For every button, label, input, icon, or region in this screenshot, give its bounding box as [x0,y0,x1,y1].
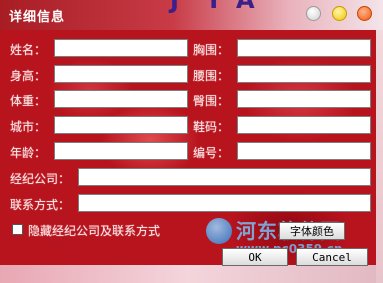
title-bar-decoration: J [170,0,179,14]
shoe-size-label: 鞋码： [193,120,230,134]
minimize-icon[interactable] [332,6,347,21]
age-label: 年龄： [10,146,47,160]
close-icon[interactable] [357,6,372,21]
agency-field[interactable] [78,168,371,186]
bottom-bar [0,265,376,283]
title-bar-decoration: Y [205,0,223,14]
restore-icon[interactable] [306,6,321,21]
height-label: 身高： [10,69,47,83]
hips-label: 臀围： [193,94,230,108]
shoe-size-field[interactable] [237,116,371,134]
city-label: 城市： [10,120,47,134]
cancel-button[interactable]: Cancel [296,248,368,266]
contact-field[interactable] [78,194,371,212]
city-field[interactable] [54,116,188,134]
waist-field[interactable] [237,65,371,83]
bust-label: 胸围： [193,43,230,57]
weight-field[interactable] [54,90,188,108]
hide-contact-checkbox[interactable] [12,224,23,235]
ok-button[interactable]: OK [222,248,288,266]
id-number-label: 编号： [193,146,230,160]
height-field[interactable] [54,65,188,83]
id-number-field[interactable] [237,142,371,160]
contact-label: 联系方式： [10,198,71,212]
name-label: 姓名： [10,43,47,57]
detail-dialog: J Y A 详细信息 姓名： 身高： 体重： 城市： 年龄： 胸围： 腰围： 臀… [0,0,383,283]
font-color-button[interactable]: 字体颜色 [279,222,345,240]
agency-label: 经纪公司： [10,172,71,186]
hips-field[interactable] [237,90,371,108]
name-field[interactable] [54,39,188,57]
bust-field[interactable] [237,39,371,57]
title-bar[interactable]: J Y A 详细信息 [0,0,383,30]
waist-label: 腰围： [193,69,230,83]
age-field[interactable] [54,142,188,160]
title-bar-decoration: A [236,0,255,14]
watermark-logo-icon [206,218,232,244]
hide-contact-checkbox-label: 隐藏经纪公司及联系方式 [28,224,161,238]
weight-label: 体重： [10,94,47,108]
window-title: 详细信息 [9,10,66,25]
